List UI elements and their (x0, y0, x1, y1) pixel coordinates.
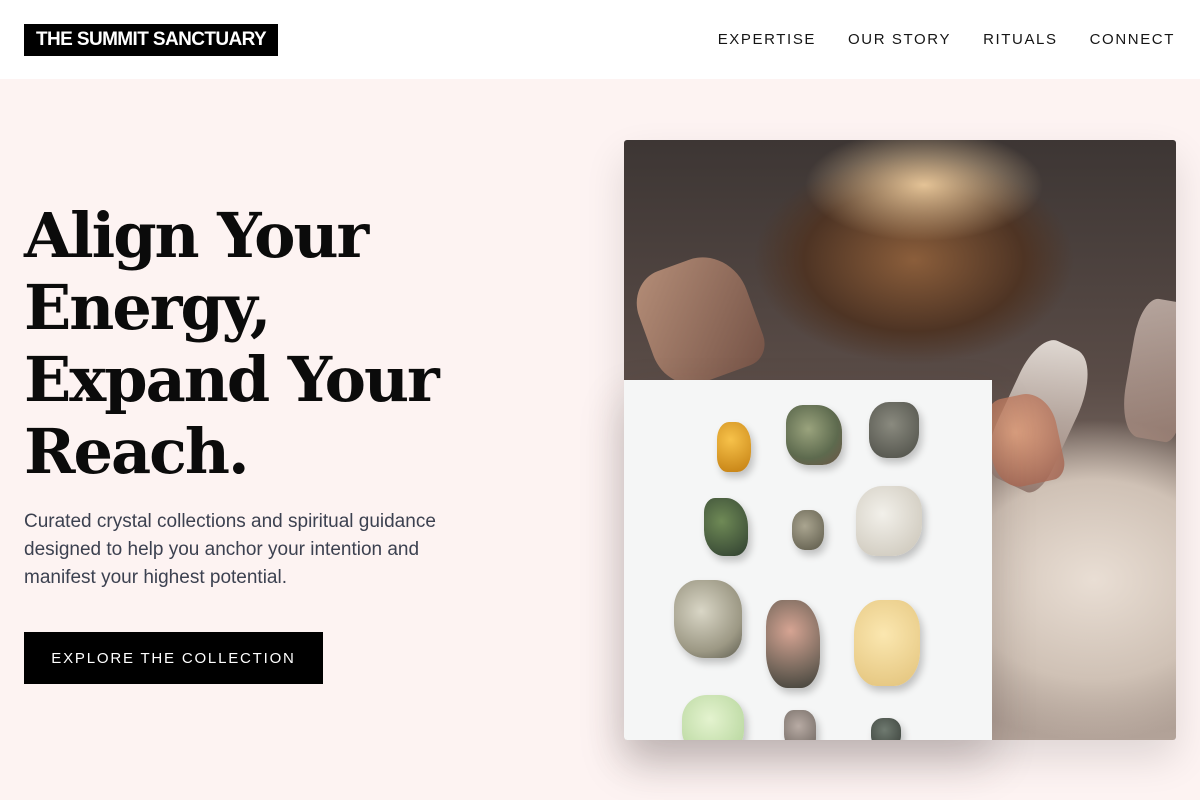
site-header: THE SUMMIT SANCTUARY EXPERTISE OUR STORY… (0, 0, 1200, 79)
nav-link-rituals[interactable]: RITUALS (983, 30, 1058, 50)
nav-link-our-story[interactable]: OUR STORY (848, 30, 951, 50)
mineral-specimens-photo (624, 380, 992, 740)
crystal-shape (1117, 295, 1176, 445)
logo[interactable]: THE SUMMIT SANCTUARY (24, 24, 279, 56)
hero-title-line: Energy, (24, 271, 271, 344)
hero-title-line: Expand Your (24, 343, 440, 416)
hero-title: Align Your Energy, Expand Your Reach. (24, 200, 584, 488)
stone-shape (792, 510, 824, 550)
hero-title-line: Align Your (24, 199, 369, 272)
stone-shape (871, 718, 901, 740)
stone-shape (856, 486, 922, 556)
stone-shape (682, 695, 744, 740)
main-nav: EXPERTISE OUR STORY RITUALS CONNECT (718, 30, 1175, 50)
hero-title-line: Reach. (24, 415, 250, 488)
stone-shape (869, 402, 919, 458)
explore-collection-button[interactable]: EXPLORE THE COLLECTION (24, 632, 323, 684)
crystal-shape (626, 244, 772, 396)
nav-link-connect[interactable]: CONNECT (1090, 30, 1175, 50)
stone-shape (784, 710, 816, 740)
hero-description: Curated crystal collections and spiritua… (24, 511, 436, 588)
stone-shape (766, 600, 820, 688)
stone-shape (854, 600, 920, 686)
stone-shape (704, 498, 748, 556)
stone-shape (674, 580, 742, 658)
stone-shape (786, 405, 842, 465)
nav-link-expertise[interactable]: EXPERTISE (718, 30, 816, 50)
stone-shape (717, 422, 751, 472)
